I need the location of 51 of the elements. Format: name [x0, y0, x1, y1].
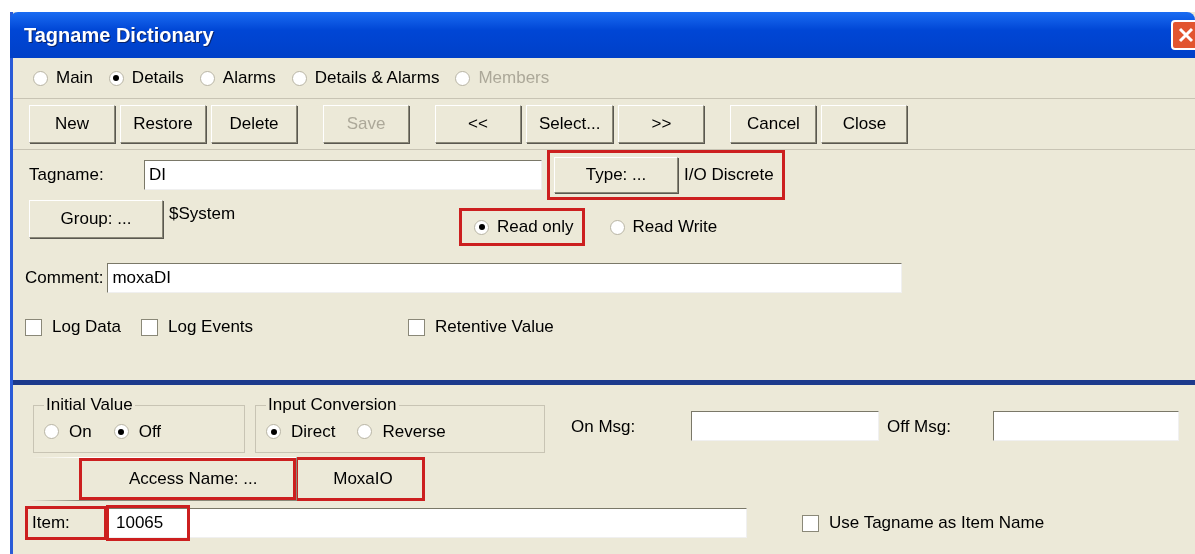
view-radio[interactable]: Alarms: [199, 68, 276, 88]
option-checkbox[interactable]: Log Data: [25, 317, 121, 337]
option-checkbox[interactable]: Log Events: [141, 317, 254, 337]
group-title: Input Conversion: [267, 395, 398, 415]
access-name-value: MoxaIO: [297, 457, 425, 501]
view-radio[interactable]: Main: [33, 68, 93, 88]
field-label: Item:: [25, 506, 107, 540]
radio-dot[interactable]: [199, 70, 215, 86]
toolbar-button[interactable]: Restore: [120, 105, 206, 143]
type-value: I/O Discrete: [683, 165, 774, 185]
group-title: Initial Value: [45, 395, 134, 415]
field-label: Off Msg:: [887, 417, 952, 437]
type-button[interactable]: Type: ...: [554, 157, 678, 193]
window-title: Tagname Dictionary: [24, 23, 214, 47]
conversion-radio[interactable]: Direct: [266, 415, 336, 448]
access-radio[interactable]: Read only: [459, 208, 585, 246]
view-radio[interactable]: Details: [108, 68, 184, 88]
comment-field[interactable]: moxaDI: [107, 263, 903, 293]
radio-dot[interactable]: [108, 70, 124, 86]
item-field[interactable]: 10065: [107, 508, 747, 538]
radio-dot[interactable]: [291, 70, 307, 86]
on-msg-field[interactable]: [691, 411, 879, 441]
field-label: Comment:: [25, 268, 104, 288]
tagname-field[interactable]: DI: [144, 160, 542, 190]
field-label: Tagname:: [29, 165, 105, 185]
group-button[interactable]: Group: ...: [29, 200, 163, 238]
toolbar-button[interactable]: Delete: [211, 105, 297, 143]
radio-dot[interactable]: [266, 424, 281, 439]
access-name-button[interactable]: Access Name: ...: [29, 457, 297, 501]
toolbar-button[interactable]: Select...: [526, 105, 614, 143]
initial-value-radio[interactable]: On: [44, 415, 92, 448]
radio-dot[interactable]: [44, 424, 59, 439]
toolbar-button[interactable]: New: [29, 105, 115, 143]
view-radio[interactable]: Details & Alarms: [291, 68, 440, 88]
radio-dot[interactable]: [113, 424, 129, 439]
conversion-radio[interactable]: Reverse: [357, 415, 446, 448]
field-label: On Msg:: [571, 417, 637, 437]
radio-dot[interactable]: [33, 70, 48, 86]
toolbar-button[interactable]: <<: [435, 105, 521, 143]
radio-dot[interactable]: [357, 424, 373, 439]
option-checkbox[interactable]: Retentive Value: [408, 317, 554, 337]
close-icon: [1177, 26, 1195, 44]
off-msg-field[interactable]: [993, 411, 1179, 441]
group-value: $System: [168, 203, 237, 224]
access-radio[interactable]: Read Write: [594, 208, 729, 246]
toolbar-button[interactable]: Close: [821, 105, 908, 143]
toolbar-button[interactable]: Cancel: [730, 105, 817, 143]
use-tagname-checkbox[interactable]: Use Tagname as Item Name: [802, 513, 1045, 533]
toolbar-button[interactable]: >>: [618, 105, 705, 143]
initial-value-radio[interactable]: Off: [113, 415, 162, 448]
close-button[interactable]: [1171, 20, 1195, 50]
